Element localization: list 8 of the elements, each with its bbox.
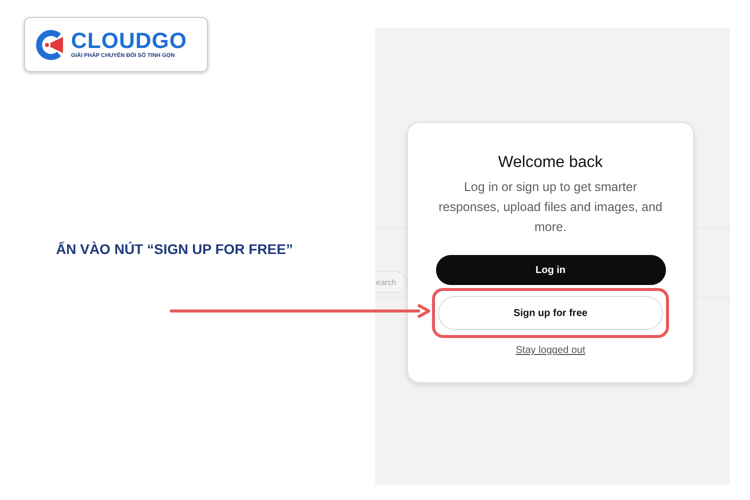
login-button[interactable]: Log in	[436, 255, 666, 285]
stay-logged-out-link[interactable]: Stay logged out	[516, 345, 586, 356]
dialog-message: Log in or sign up to get smarter responses, upload files and images, and more.	[438, 179, 664, 236]
dialog-title: Welcome back	[498, 154, 603, 172]
brand-name: CLOUDGO	[71, 30, 187, 52]
instruction-text: ẤN VÀO NÚT “SIGN UP FOR FREE”	[56, 241, 294, 257]
search-field[interactable]: earch	[375, 271, 407, 293]
signup-button[interactable]: Sign up for free	[438, 296, 663, 330]
